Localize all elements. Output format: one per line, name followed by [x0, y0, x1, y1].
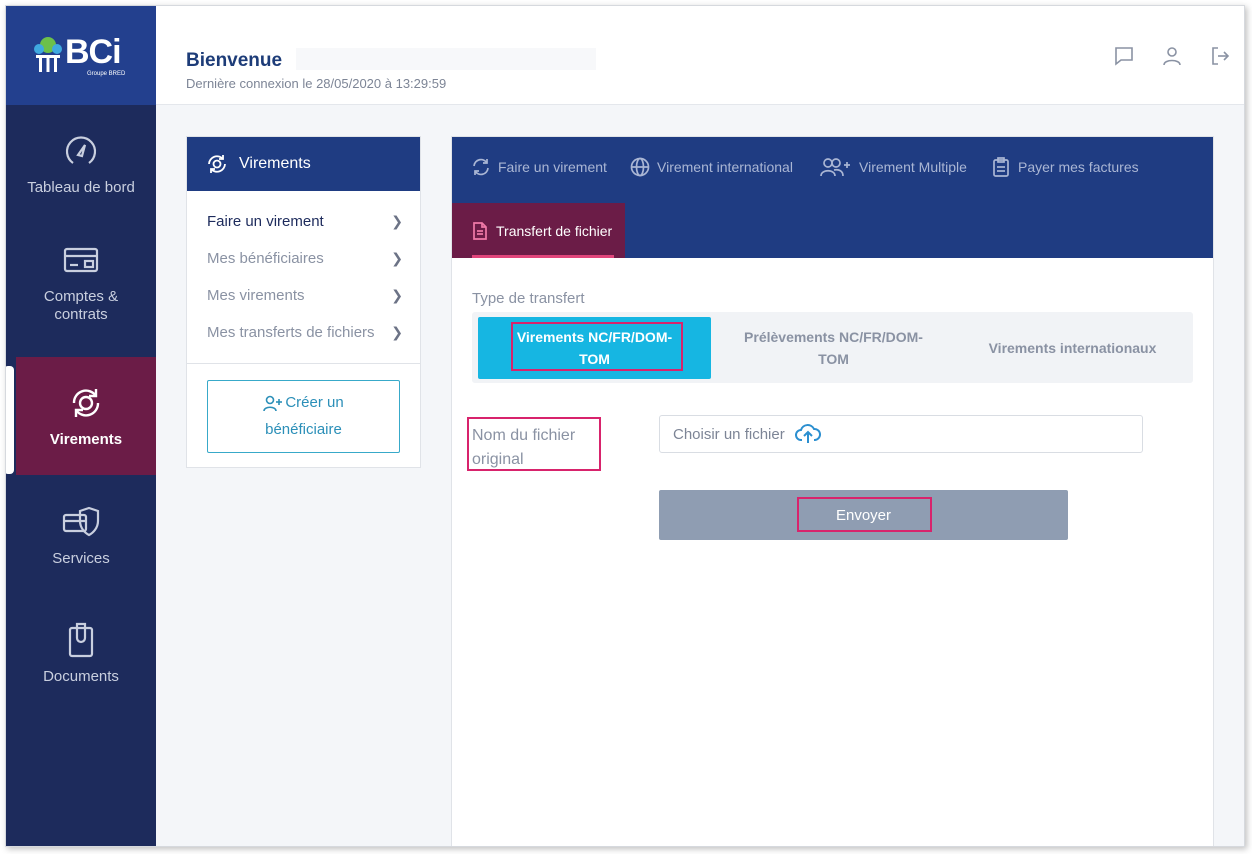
sidebar: BCi Groupe BRED Tableau de bord Comptes … [6, 6, 156, 846]
sidebar-item-comptes[interactable]: Comptes & contrats [6, 223, 156, 341]
tab-faire-un-virement[interactable]: Faire un virement [470, 155, 607, 179]
tab-transfert-de-fichier[interactable]: Transfert de fichier [452, 203, 625, 258]
file-doc-icon [473, 221, 487, 240]
chevron-right-icon: ❯ [391, 213, 403, 229]
divider [187, 363, 420, 364]
page-title: Bienvenue [186, 50, 283, 71]
submenu-item-label: Mes virements [207, 287, 305, 304]
active-nav-marker [6, 366, 14, 474]
tab-virement-international[interactable]: Virement international [629, 155, 793, 179]
submenu-item-label: Faire un virement [207, 213, 324, 230]
cloud-upload-icon [794, 424, 821, 443]
sidebar-item-tableau-de-bord[interactable]: Tableau de bord [6, 105, 156, 223]
user-plus-icon [263, 395, 283, 412]
transfer-cycle-icon [208, 155, 226, 173]
virements-submenu: Virements Faire un virement ❯ Mes bénéfi… [186, 136, 421, 468]
logo[interactable]: BCi Groupe BRED [6, 6, 156, 105]
sidebar-item-label: Documents [43, 668, 119, 685]
logo-text: BCi [65, 32, 122, 71]
card-icon [63, 247, 99, 273]
submenu-item-label: Mes transferts de fichiers [207, 324, 375, 341]
type-virements-internationaux[interactable]: Virements internationaux [956, 317, 1189, 379]
file-placeholder: Choisir un fichier [673, 425, 785, 443]
sidebar-item-label: Tableau de bord [27, 179, 135, 196]
tab-label: Payer mes factures [1018, 159, 1139, 175]
choose-file-input[interactable]: Choisir un fichier [659, 415, 1143, 453]
chevron-right-icon: ❯ [391, 287, 403, 303]
user-icon[interactable] [1160, 44, 1184, 68]
highlight-box [467, 417, 601, 471]
type-prelevements-nc-fr-dom-tom[interactable]: Prélèvements NC/FR/DOM- TOM [717, 317, 950, 379]
last-login-text: Dernière connexion le 28/05/2020 à 13:29… [186, 76, 447, 91]
chevron-right-icon: ❯ [391, 250, 403, 266]
tab-virement-multiple[interactable]: Virement Multiple [819, 155, 967, 179]
submenu-header: Virements [187, 137, 420, 191]
tab-label: Virement international [657, 159, 793, 175]
submenu-item-label: Mes bénéficiaires [207, 250, 324, 267]
clipboard-list-icon [993, 157, 1009, 177]
submenu-item-faire-un-virement[interactable]: Faire un virement ❯ [207, 213, 403, 230]
active-tab-underline [472, 255, 614, 258]
logo-subtitle: Groupe BRED [87, 70, 126, 77]
submenu-item-mes-beneficiaires[interactable]: Mes bénéficiaires ❯ [207, 250, 403, 267]
sidebar-item-label: Services [52, 550, 110, 567]
type-label-line2: TOM [818, 351, 849, 367]
sidebar-item-label: Virements [49, 431, 123, 448]
sidebar-item-label: Comptes & contrats [43, 288, 119, 323]
top-header: Bienvenue Dernière connexion le 28/05/20… [156, 6, 1244, 105]
create-beneficiary-button[interactable]: Créer un bénéficiaire [207, 380, 400, 453]
create-label-line2: bénéficiaire [265, 421, 342, 438]
highlight-box [511, 322, 683, 371]
tab-label: Virement Multiple [859, 159, 967, 175]
globe-icon [630, 157, 650, 177]
submenu-item-mes-virements[interactable]: Mes virements ❯ [207, 287, 403, 304]
sidebar-item-virements[interactable]: Virements [16, 357, 156, 475]
highlight-box [797, 497, 932, 532]
sidebar-item-documents[interactable]: Documents [6, 594, 156, 712]
logout-icon[interactable] [1208, 44, 1232, 68]
main-panel: Faire un virement Virement international [451, 136, 1214, 846]
submenu-item-mes-transferts[interactable]: Mes transferts de fichiers ❯ [207, 324, 403, 341]
message-icon[interactable] [1112, 44, 1136, 68]
users-plus-icon [820, 158, 850, 177]
clipboard-icon [68, 622, 94, 658]
refresh-icon [473, 158, 489, 176]
submenu-title: Virements [239, 155, 311, 172]
tabs-bar: Faire un virement Virement international [452, 137, 1213, 258]
sidebar-item-services[interactable]: Services [6, 476, 156, 594]
type-label-line1: Virements internationaux [988, 340, 1157, 356]
type-label-line1: Prélèvements NC/FR/DOM- [744, 329, 923, 345]
tab-label: Faire un virement [498, 159, 607, 175]
chevron-right-icon: ❯ [391, 324, 403, 340]
transfer-type-label: Type de transfert [472, 290, 585, 307]
tab-payer-mes-factures[interactable]: Payer mes factures [990, 155, 1139, 179]
app-window: BCi Groupe BRED Tableau de bord Comptes … [5, 5, 1245, 847]
transfer-cycle-icon [72, 389, 100, 417]
create-label-line1: Créer un [285, 394, 344, 411]
dashboard-gauge-icon [65, 136, 97, 164]
shield-card-icon [62, 506, 100, 537]
tab-label: Transfert de fichier [496, 222, 613, 239]
welcome-bar [296, 48, 596, 70]
tree-logo-icon [34, 36, 62, 72]
